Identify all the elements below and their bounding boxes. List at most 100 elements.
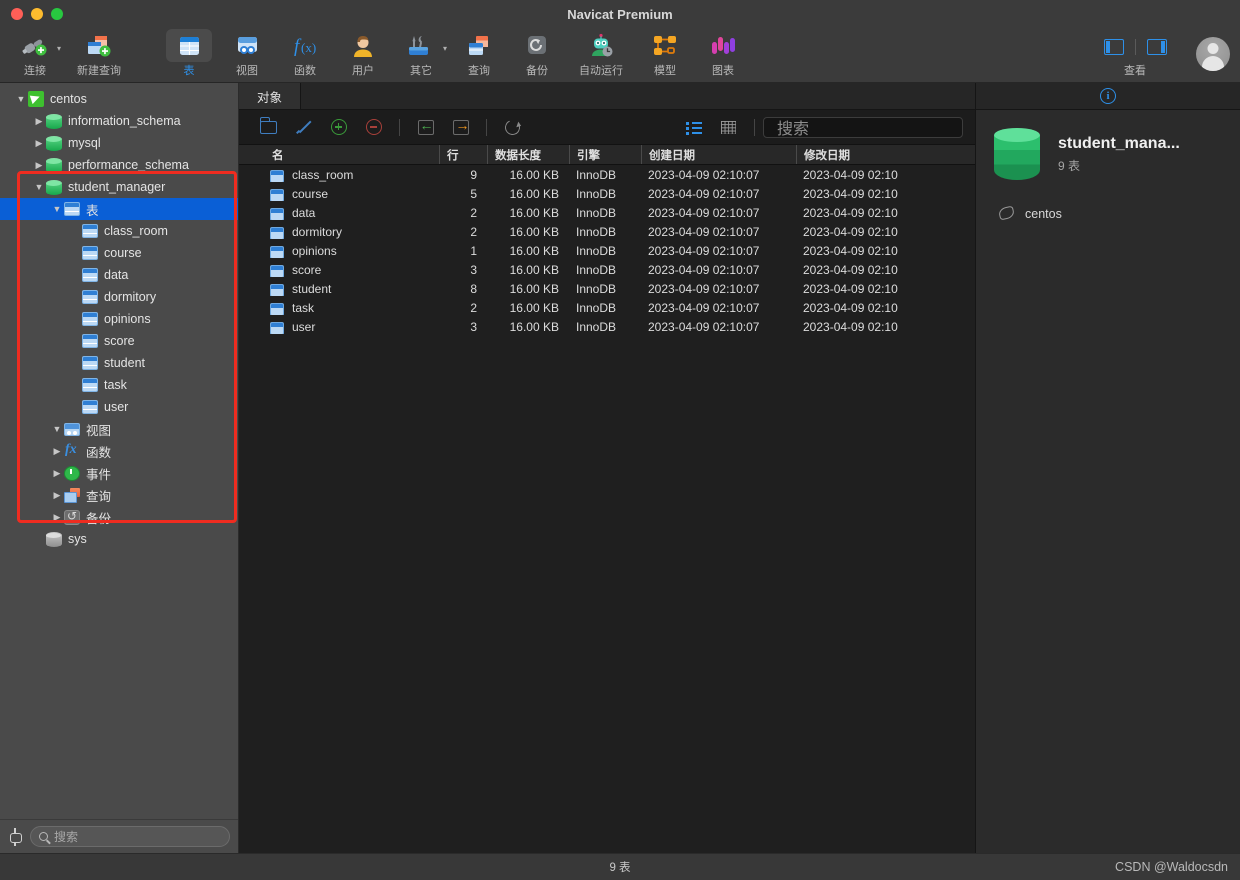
tree-node-备份[interactable]: ▶ 备份	[0, 506, 238, 528]
svg-text:(x): (x)	[301, 40, 316, 55]
table-name: dormitory	[292, 224, 343, 239]
tree-node-mysql[interactable]: ▶ mysql	[0, 132, 238, 154]
toolbar-button-label: 新建查询	[77, 65, 121, 77]
toolbar-button-other-tools[interactable]: ▾ 其它	[392, 28, 450, 78]
column-header-1[interactable]: 行	[439, 145, 487, 164]
column-header-0[interactable]: 名	[239, 145, 439, 164]
open-object-button[interactable]	[251, 113, 286, 141]
toolbar-button-function[interactable]: f (x) 函数	[276, 28, 334, 78]
chevron-right-icon[interactable]: ▶	[50, 490, 64, 500]
tree-node-label: 备份	[86, 511, 112, 526]
chevron-down-icon[interactable]: ▾	[443, 44, 447, 53]
tree-node-sys[interactable]: sys	[0, 528, 238, 550]
toolbar-button-table[interactable]: 表	[160, 28, 218, 78]
tree-node-视图[interactable]: ▼ 视图	[0, 418, 238, 440]
chevron-down-icon[interactable]: ▼	[50, 424, 64, 434]
minimize-window-button[interactable]	[31, 8, 43, 20]
connection-tree[interactable]: ▼ centos ▶ information_schema ▶ mysql ▶ perform…	[0, 83, 238, 819]
grid-view-button[interactable]	[711, 113, 746, 141]
tree-node-函数[interactable]: ▶ 函数	[0, 440, 238, 462]
table-row[interactable]: opinions 1 16.00 KB InnoDB 2023-04-09 02:10:…	[239, 241, 975, 260]
column-header-3[interactable]: 引擎	[569, 145, 641, 164]
list-view-button[interactable]	[676, 113, 711, 141]
table-row[interactable]: user 3 16.00 KB InnoDB 2023-04-09 02:10:07 20…	[239, 317, 975, 336]
toolbar-group-right: 查看	[1080, 28, 1240, 83]
tree-node-data[interactable]: data	[0, 264, 238, 286]
delete-object-button[interactable]	[356, 113, 391, 141]
cell-created: 2023-04-09 02:10:07	[648, 224, 760, 239]
maximize-window-button[interactable]	[51, 8, 63, 20]
tree-node-查询[interactable]: ▶ 查询	[0, 484, 238, 506]
titlebar: Navicat Premium	[0, 0, 1240, 28]
column-header-5[interactable]: 修改日期	[796, 145, 956, 164]
tree-node-student[interactable]: student	[0, 352, 238, 374]
chevron-right-icon[interactable]: ▶	[32, 116, 46, 126]
toolbar-button-model[interactable]: 模型	[636, 28, 694, 78]
toolbar-button-query[interactable]: 查询	[450, 28, 508, 78]
chevron-right-icon[interactable]: ▶	[50, 446, 64, 456]
table-row[interactable]: student 8 16.00 KB InnoDB 2023-04-09 02:10:0…	[239, 279, 975, 298]
sidebar-search-input[interactable]: 搜索	[30, 826, 230, 847]
chevron-down-icon[interactable]: ▼	[32, 182, 46, 192]
tree-node-表[interactable]: ▼ 表	[0, 198, 238, 220]
database-name: student_mana...	[1058, 134, 1180, 152]
backup-icon	[514, 29, 560, 62]
info-icon[interactable]: i	[1100, 88, 1116, 104]
toolbar-button-new-query[interactable]: 新建查询	[64, 28, 134, 78]
table-row[interactable]: task 2 16.00 KB InnoDB 2023-04-09 02:10:07 20…	[239, 298, 975, 317]
chevron-right-icon[interactable]: ▶	[50, 468, 64, 478]
toolbar-button-chart[interactable]: 图表	[694, 28, 752, 78]
tree-node-dormitory[interactable]: dormitory	[0, 286, 238, 308]
tab-objects[interactable]: 对象	[239, 83, 302, 109]
chevron-down-icon[interactable]: ▼	[14, 94, 28, 104]
cell-engine: InnoDB	[576, 300, 617, 315]
new-object-button[interactable]	[321, 113, 356, 141]
table-row[interactable]: data 2 16.00 KB InnoDB 2023-04-09 02:10:07 20…	[239, 203, 975, 222]
tree-node-score[interactable]: score	[0, 330, 238, 352]
toolbar-button-user[interactable]: 用户	[334, 28, 392, 78]
toggle-right-pane-icon[interactable]	[1146, 39, 1167, 55]
column-header-2[interactable]: 数据长度	[487, 145, 569, 164]
function-icon: f (x)	[282, 29, 328, 62]
design-object-button[interactable]	[286, 113, 321, 141]
status-table-count: 9 表	[609, 862, 631, 874]
column-header-4[interactable]: 创建日期	[641, 145, 796, 164]
toolbar-button-backup[interactable]: 备份	[508, 28, 566, 78]
grid-body[interactable]: class_room 9 16.00 KB InnoDB 2023-04-09 02:1…	[239, 165, 975, 853]
chevron-right-icon[interactable]: ▶	[32, 138, 46, 148]
tree-node-information_schema[interactable]: ▶ information_schema	[0, 110, 238, 132]
filter-icon[interactable]	[8, 827, 24, 846]
tree-node-task[interactable]: task	[0, 374, 238, 396]
close-window-button[interactable]	[11, 8, 23, 20]
chevron-right-icon[interactable]: ▶	[32, 160, 46, 170]
tree-node-centos[interactable]: ▼ centos	[0, 88, 238, 110]
cell-name: class_room	[239, 168, 439, 182]
tree-node-class_room[interactable]: class_room	[0, 220, 238, 242]
table-row[interactable]: class_room 9 16.00 KB InnoDB 2023-04-09 02:1…	[239, 165, 975, 184]
toggle-left-pane-icon[interactable]	[1103, 39, 1124, 55]
cell-created: 2023-04-09 02:10:07	[648, 186, 760, 201]
chevron-down-icon[interactable]: ▾	[57, 44, 61, 53]
tree-node-opinions[interactable]: opinions	[0, 308, 238, 330]
table-row[interactable]: dormitory 2 16.00 KB InnoDB 2023-04-09 02:10…	[239, 222, 975, 241]
tree-node-事件[interactable]: ▶ 事件	[0, 462, 238, 484]
table-icon	[270, 245, 284, 258]
toolbar-group-objects: 表 视图 f (x) 函数 用户 ▾ 其它 查询 备份 自动运行 模型 图表	[134, 28, 752, 78]
toolbar-button-automation-robot[interactable]: 自动运行	[566, 28, 636, 78]
tree-node-course[interactable]: course	[0, 242, 238, 264]
object-search-input[interactable]: 搜索	[763, 116, 963, 138]
chevron-right-icon[interactable]: ▶	[50, 512, 64, 522]
table-row[interactable]: score 3 16.00 KB InnoDB 2023-04-09 02:10:07 2…	[239, 260, 975, 279]
avatar[interactable]	[1196, 37, 1230, 71]
list-view-icon	[685, 121, 702, 134]
export-wizard-button[interactable]	[443, 113, 478, 141]
refresh-button[interactable]	[495, 113, 530, 141]
tree-node-student_manager[interactable]: ▼ student_manager	[0, 176, 238, 198]
chevron-down-icon[interactable]: ▼	[50, 204, 64, 214]
import-wizard-button[interactable]	[408, 113, 443, 141]
toolbar-button-connection-plus[interactable]: ▾ 连接	[6, 28, 64, 78]
table-row[interactable]: course 5 16.00 KB InnoDB 2023-04-09 02:10:07…	[239, 184, 975, 203]
tree-node-user[interactable]: user	[0, 396, 238, 418]
toolbar-button-view[interactable]: 视图	[218, 28, 276, 78]
tree-node-performance_schema[interactable]: ▶ performance_schema	[0, 154, 238, 176]
